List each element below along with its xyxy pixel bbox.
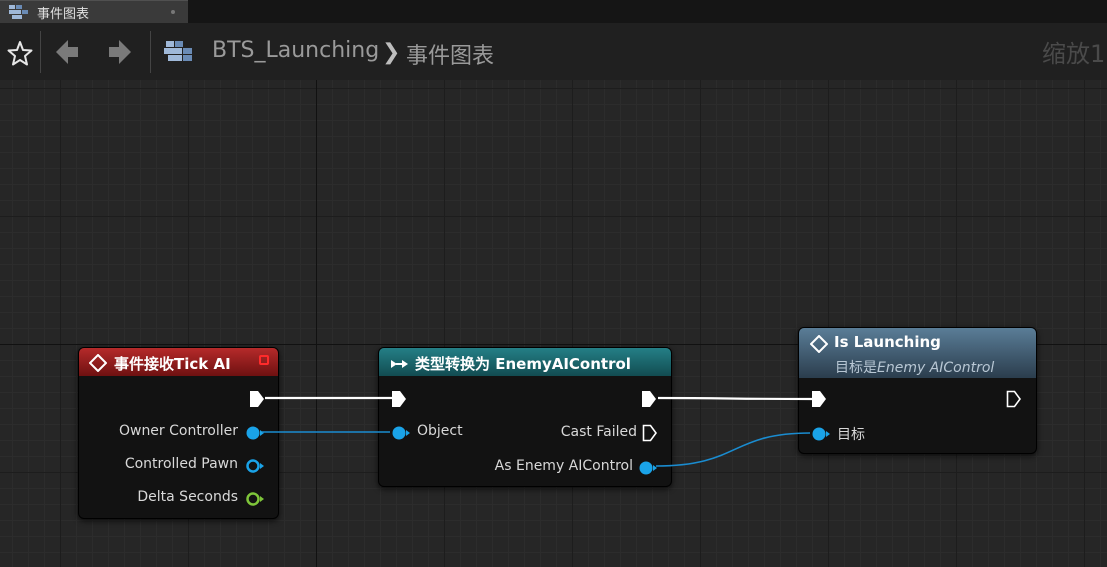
back-arrow-icon[interactable]: [54, 38, 80, 70]
object-pin-filled[interactable]: [391, 425, 411, 445]
exec-out-pin-empty[interactable]: [1006, 390, 1022, 412]
tab-title: 事件图表: [37, 7, 90, 22]
breadcrumb-graph[interactable]: 事件图表: [406, 38, 494, 70]
object-pin-filled[interactable]: [638, 460, 658, 480]
breadcrumb-asset[interactable]: BTS_Launching: [212, 38, 379, 63]
node-is-launching[interactable]: Is Launching 目标是Enemy AIControl 目标: [798, 327, 1037, 454]
cast-arrows-icon: [390, 356, 410, 374]
node-title: 事件接收Tick AI: [114, 355, 231, 373]
object-pin-filled[interactable]: [245, 425, 265, 445]
node-title: Is Launching: [834, 333, 941, 351]
function-diamond-icon: [809, 334, 829, 357]
object-pin-empty[interactable]: [245, 458, 265, 478]
node-header: 类型转换为 EnemyAIControl: [379, 348, 671, 376]
tab-event-graph[interactable]: 事件图表: [0, 0, 188, 23]
toolbar-divider: [150, 31, 151, 73]
node-title: 类型转换为 EnemyAIControl: [415, 355, 631, 373]
graph-icon: [8, 4, 30, 24]
event-diamond-icon: [88, 353, 108, 376]
delegate-pin-icon[interactable]: [259, 355, 269, 365]
node-subtitle: 目标是Enemy AIControl: [835, 357, 994, 377]
node-cast-to-enemy-aicontrol[interactable]: 类型转换为 EnemyAIControl Object Cast Failed …: [378, 347, 672, 487]
exec-in-pin[interactable]: [811, 390, 827, 412]
graph-toolbar: [0, 23, 1107, 80]
breadcrumb-chevron-icon: ❯: [382, 40, 401, 65]
document-tab-bar: 事件图表: [0, 0, 1107, 23]
float-pin-empty[interactable]: [245, 491, 265, 511]
pin-label-cast-failed: Cast Failed: [560, 424, 637, 440]
zoom-level: 缩放1: [1042, 40, 1106, 68]
exec-out-pin[interactable]: [641, 390, 657, 412]
tab-close-dot-icon[interactable]: [171, 10, 175, 14]
pin-label-delta-seconds: Delta Seconds: [137, 489, 238, 505]
node-event-tick-ai[interactable]: 事件接收Tick AI Owner Controller Controlled …: [78, 347, 279, 519]
node-header: Is Launching 目标是Enemy AIControl: [799, 328, 1036, 378]
pin-label-object: Object: [417, 423, 463, 439]
pin-label-controlled-pawn: Controlled Pawn: [124, 456, 238, 472]
exec-out-pin-empty[interactable]: [642, 424, 658, 446]
star-icon[interactable]: [7, 40, 33, 70]
blueprint-graph-icon: [163, 40, 195, 68]
forward-arrow-icon[interactable]: [107, 38, 133, 70]
exec-out-pin[interactable]: [249, 390, 265, 412]
subtitle-class: Enemy AIControl: [877, 360, 995, 376]
node-header: 事件接收Tick AI: [79, 348, 278, 376]
object-pin-filled[interactable]: [811, 426, 831, 446]
toolbar-divider: [40, 31, 41, 73]
pin-label-owner-controller: Owner Controller: [118, 423, 238, 439]
pin-label-target: 目标: [837, 427, 865, 443]
pin-label-as-enemy-aicontrol: As Enemy AIControl: [494, 458, 633, 474]
exec-in-pin[interactable]: [391, 390, 407, 412]
subtitle-prefix: 目标是: [835, 360, 877, 376]
